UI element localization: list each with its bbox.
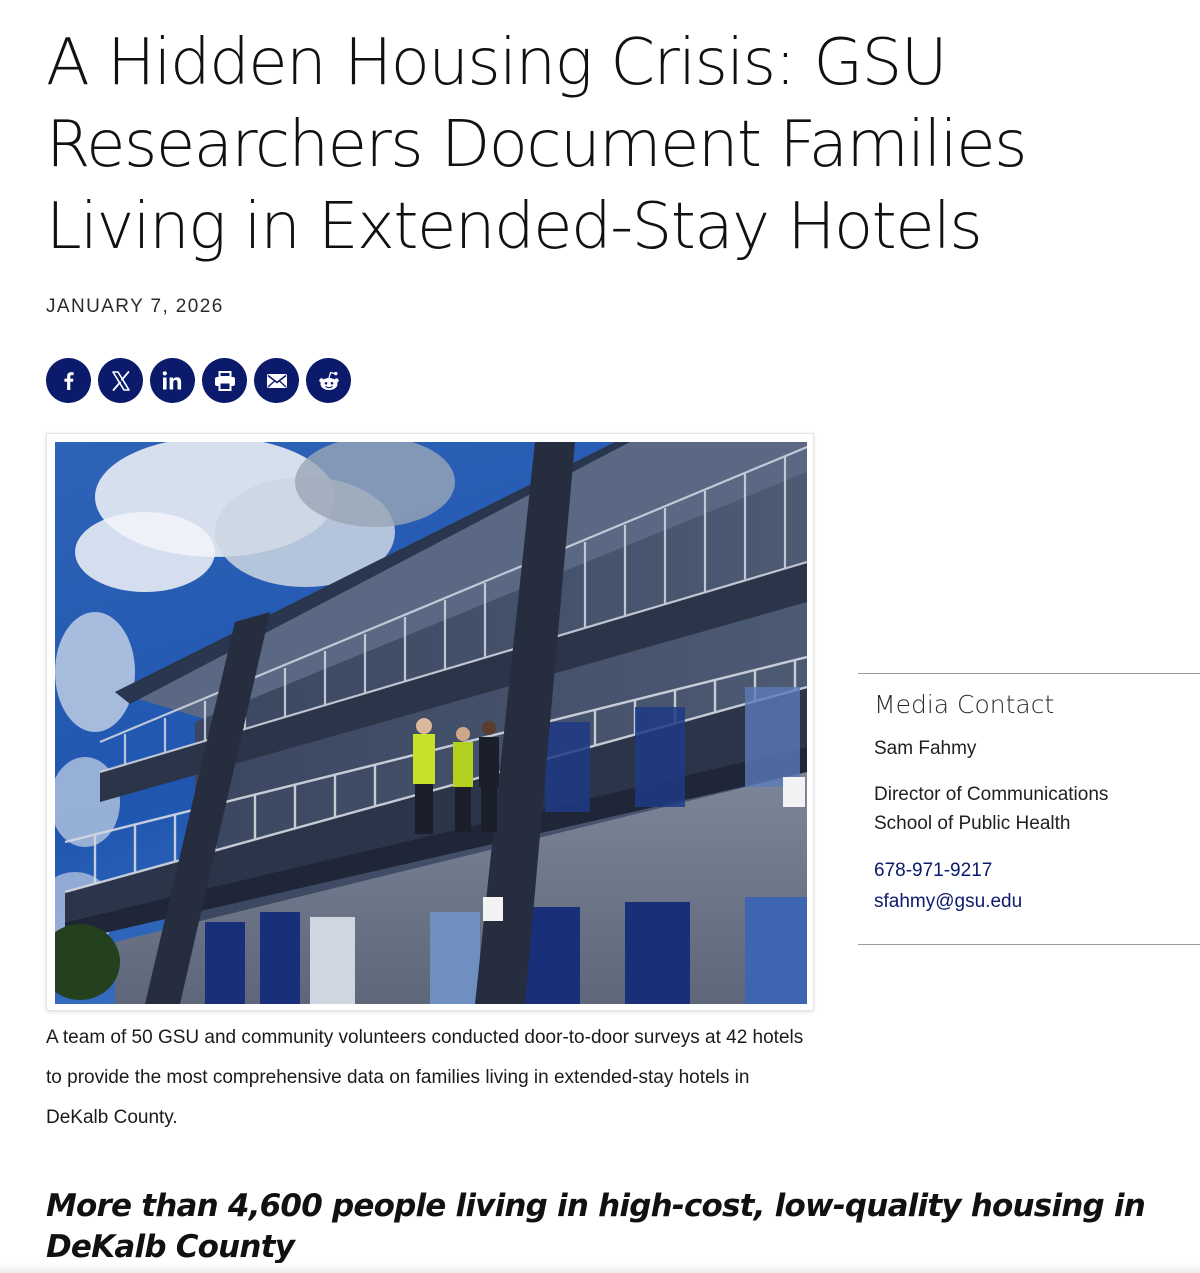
article-page: A Hidden Housing Crisis: GSU Researchers… [0, 0, 1200, 1273]
share-bar [46, 358, 351, 403]
contact-phone-link[interactable]: 678-971-9217 [874, 860, 992, 882]
share-email-button[interactable] [254, 358, 299, 403]
media-contact-box: Media Contact Sam Fahmy Director of Comm… [858, 673, 1200, 945]
facebook-icon [63, 371, 74, 390]
article-photo [46, 433, 814, 1011]
photo-caption: A team of 50 GSU and community volunteer… [46, 1027, 804, 1128]
print-button[interactable] [202, 358, 247, 403]
hotel-photo [55, 442, 807, 1004]
email-icon [266, 373, 287, 388]
publish-date: JANUARY 7, 2026 [46, 296, 224, 317]
print-icon [214, 370, 235, 391]
share-reddit-button[interactable] [306, 358, 351, 403]
contact-title-department: School of Public Health [874, 813, 1071, 834]
contact-title-role: Director of Communications [874, 784, 1109, 805]
reddit-icon [318, 371, 339, 390]
share-facebook-button[interactable] [46, 358, 91, 403]
share-linkedin-button[interactable] [150, 358, 195, 403]
page-bottom-edge [0, 1263, 1200, 1273]
x-icon [111, 370, 130, 391]
contact-email-link[interactable]: sfahmy@gsu.edu [874, 891, 1022, 913]
article-headline: A Hidden Housing Crisis: GSU Researchers… [46, 26, 1027, 264]
article-subheading: More than 4,600 people living in high-co… [46, 1188, 1146, 1265]
share-x-button[interactable] [98, 358, 143, 403]
contact-title: Director of Communications School of Pub… [874, 780, 1108, 838]
media-contact-heading: Media Contact [874, 690, 1055, 719]
contact-name: Sam Fahmy [874, 738, 977, 759]
linkedin-icon [162, 370, 181, 389]
